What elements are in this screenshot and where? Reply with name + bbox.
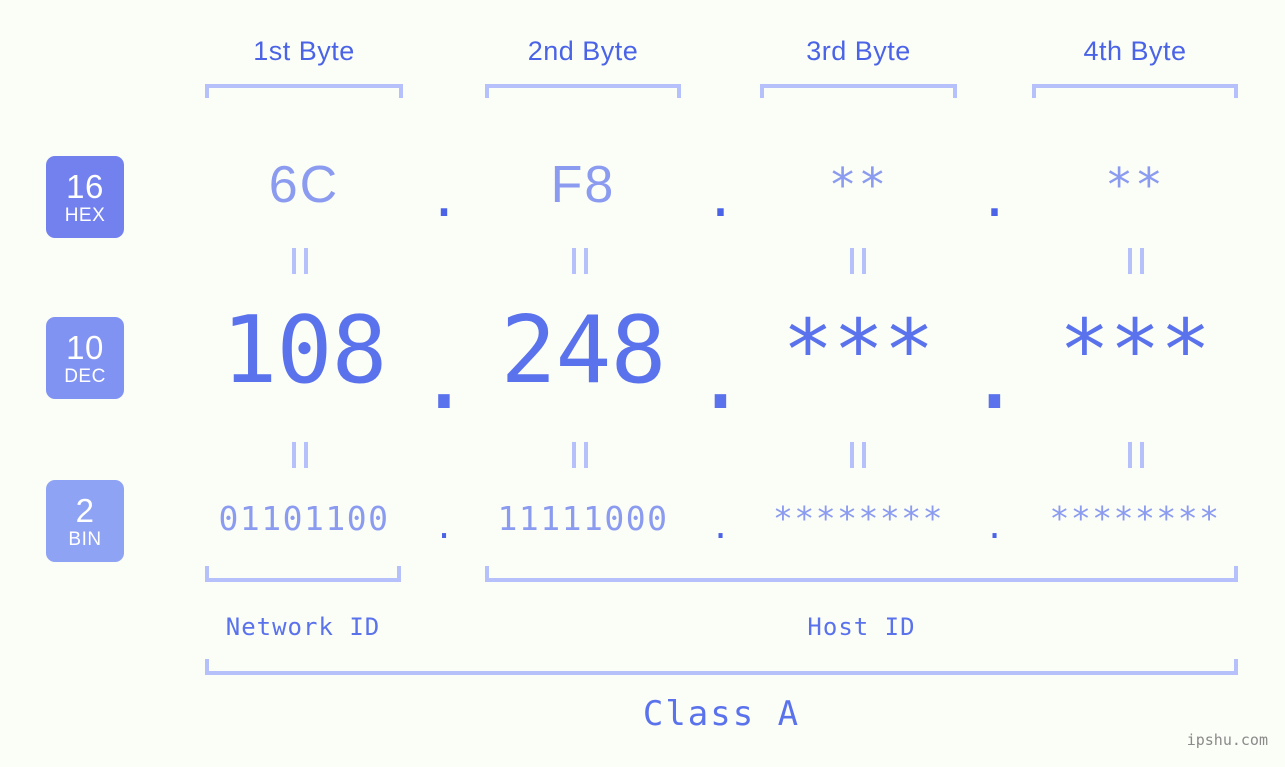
hex-byte-4: **: [1105, 158, 1165, 212]
equals-mark-hex-dec-2: [572, 248, 588, 274]
equals-mark-dec-bin-3: [850, 442, 866, 468]
equals-mark-dec-bin-4: [1128, 442, 1144, 468]
byte-bracket-2: [485, 84, 681, 98]
equals-mark-hex-dec-4: [1128, 248, 1144, 274]
byte-bracket-1: [205, 84, 403, 98]
network-id-label: Network ID: [225, 613, 381, 641]
equals-mark-dec-bin-1: [292, 442, 308, 468]
dec-byte-2: 248: [500, 296, 667, 404]
decimal-value-row: 108 . 248 . *** . ***: [0, 295, 1285, 430]
byte-header-1: 1st Byte: [253, 36, 355, 66]
byte-bracket-3: [760, 84, 957, 98]
class-label: Class A: [642, 694, 801, 734]
host-id-bracket: [485, 566, 1238, 582]
hex-value-row: 6C . F8 . ** . **: [0, 150, 1285, 229]
site-watermark: ipshu.com: [1186, 731, 1268, 749]
class-bracket: [205, 659, 1238, 675]
equals-mark-dec-bin-2: [572, 442, 588, 468]
host-id-label: Host ID: [807, 613, 916, 641]
hex-byte-1: 6C: [268, 156, 340, 214]
hex-byte-2: F8: [550, 156, 616, 214]
dec-separator-1: .: [416, 322, 472, 430]
dec-separator-2: .: [692, 322, 749, 430]
dec-byte-3: ***: [782, 301, 935, 399]
bin-byte-3: ********: [773, 498, 944, 538]
binary-value-row: 01101100 . 11111000 . ******** . *******…: [0, 488, 1285, 548]
hex-byte-3: **: [828, 158, 889, 212]
hex-separator-2: .: [704, 169, 737, 229]
hex-separator-3: .: [978, 169, 1011, 229]
bin-byte-4: ********: [1049, 498, 1221, 538]
byte-bracket-4: [1032, 84, 1238, 98]
byte-header-2: 2nd Byte: [527, 36, 639, 66]
equals-mark-hex-dec-1: [292, 248, 308, 274]
equals-mark-hex-dec-3: [850, 248, 866, 274]
bin-separator-2: .: [710, 506, 731, 546]
network-id-bracket: [205, 566, 401, 582]
byte-header-4: 4th Byte: [1083, 36, 1187, 66]
ip-address-breakdown-diagram: 1st Byte 2nd Byte 3rd Byte 4th Byte 16 H…: [0, 0, 1285, 767]
bin-byte-2: 11111000: [497, 498, 669, 538]
byte-header-3: 3rd Byte: [806, 36, 911, 66]
bin-separator-3: .: [984, 506, 1005, 546]
bin-byte-1: 01101100: [218, 498, 390, 538]
dec-byte-1: 108: [221, 296, 388, 404]
dec-separator-3: .: [966, 322, 1023, 430]
hex-separator-1: .: [428, 169, 460, 229]
bin-separator-1: .: [434, 506, 454, 546]
dec-byte-4: ***: [1059, 301, 1211, 399]
